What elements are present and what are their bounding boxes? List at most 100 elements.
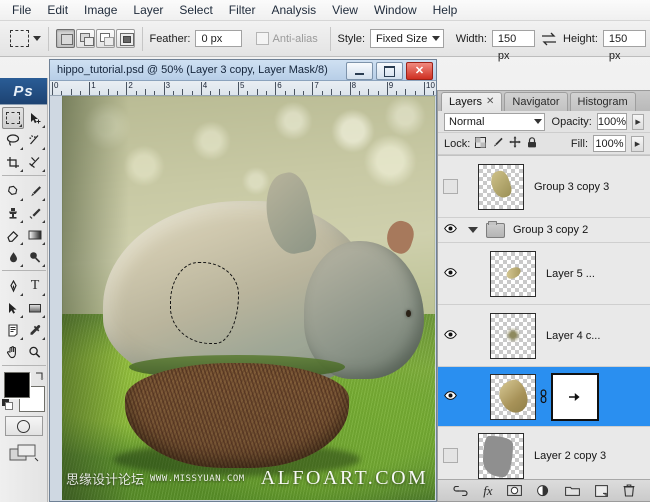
fill-slider-arrow[interactable]: ▶ xyxy=(631,136,644,152)
lasso-tool[interactable] xyxy=(2,129,24,151)
lock-image-pixels-icon[interactable] xyxy=(492,137,503,151)
layer-list[interactable]: Group 3 copy 3 Group 3 copy 2 xyxy=(438,155,650,479)
gradient-tool[interactable] xyxy=(24,224,46,246)
layer-row-layer-2-copy-3[interactable]: Layer 2 copy 3 xyxy=(438,427,650,479)
default-colors-icon[interactable] xyxy=(2,399,13,410)
anti-alias-checkbox[interactable] xyxy=(256,32,269,45)
visibility-toggle[interactable] xyxy=(438,448,462,463)
opacity-input[interactable]: 100% xyxy=(597,113,627,130)
visibility-toggle[interactable] xyxy=(438,330,462,342)
add-to-selection-button[interactable] xyxy=(76,29,95,48)
link-mask-icon[interactable] xyxy=(539,389,548,405)
layer-mask-thumbnail[interactable] xyxy=(551,373,599,421)
add-layer-mask-icon[interactable] xyxy=(507,485,522,496)
visibility-toggle[interactable] xyxy=(438,224,462,236)
menu-item-file[interactable]: File xyxy=(4,1,39,19)
tool-preset-picker[interactable] xyxy=(4,30,41,47)
lock-all-icon[interactable] xyxy=(527,137,537,151)
layer-row-group-3-copy-2[interactable]: Group 3 copy 2 xyxy=(438,218,650,243)
rectangular-marquee-tool[interactable] xyxy=(2,107,24,129)
rectangle-shape-tool[interactable] xyxy=(24,297,46,319)
maximize-button[interactable] xyxy=(376,62,403,80)
menu-item-view[interactable]: View xyxy=(324,1,366,19)
menu-item-window[interactable]: Window xyxy=(366,1,425,19)
menu-item-select[interactable]: Select xyxy=(171,1,220,19)
layer-row-layer-5[interactable]: Layer 5 ... xyxy=(438,243,650,305)
intersect-with-selection-button[interactable] xyxy=(116,29,135,48)
visibility-toggle[interactable] xyxy=(438,179,462,194)
layer-name[interactable]: Group 3 copy 3 xyxy=(534,181,609,193)
width-input[interactable]: 150 px xyxy=(492,30,535,47)
new-selection-button[interactable] xyxy=(56,29,75,48)
crop-tool[interactable] xyxy=(2,151,24,173)
menu-item-layer[interactable]: Layer xyxy=(125,1,171,19)
layer-name[interactable]: Layer 4 c... xyxy=(546,330,600,342)
chevron-down-icon[interactable] xyxy=(33,36,41,41)
blur-tool[interactable] xyxy=(2,246,24,268)
new-group-icon[interactable] xyxy=(565,485,580,496)
layer-thumbnail[interactable] xyxy=(490,313,536,359)
group-disclosure-triangle[interactable] xyxy=(468,227,478,233)
hand-tool[interactable] xyxy=(2,341,24,363)
lock-transparent-pixels-icon[interactable] xyxy=(475,137,486,151)
foreground-color-swatch[interactable] xyxy=(4,372,30,398)
layer-style-fx-icon[interactable]: fx xyxy=(483,483,492,499)
slice-tool[interactable] xyxy=(24,151,46,173)
minimize-button[interactable] xyxy=(346,62,373,80)
close-button[interactable]: ✕ xyxy=(406,62,433,80)
layer-thumbnail[interactable] xyxy=(490,251,536,297)
type-tool[interactable]: T xyxy=(24,275,46,297)
new-layer-icon[interactable] xyxy=(595,485,608,497)
eyedropper-tool[interactable] xyxy=(24,319,46,341)
horizontal-ruler[interactable]: 012345678910 xyxy=(50,81,436,96)
swap-arrows-icon[interactable] xyxy=(541,32,557,46)
quick-mask-icon[interactable] xyxy=(5,416,43,436)
move-tool[interactable] xyxy=(24,107,46,129)
feather-input[interactable]: 0 px xyxy=(195,30,241,47)
screen-mode-icon[interactable] xyxy=(8,442,40,464)
tab-navigator[interactable]: Navigator xyxy=(504,92,567,111)
layer-row-layer-4-copy[interactable]: Layer 4 c... xyxy=(438,305,650,367)
layer-thumbnail[interactable] xyxy=(478,164,524,210)
brush-tool[interactable] xyxy=(24,180,46,202)
layer-name[interactable]: Group 3 copy 2 xyxy=(513,224,588,236)
healing-brush-tool[interactable] xyxy=(2,180,24,202)
visibility-toggle[interactable] xyxy=(438,391,462,403)
eraser-tool[interactable] xyxy=(2,224,24,246)
blend-mode-select[interactable]: Normal xyxy=(444,113,545,131)
swap-colors-icon[interactable] xyxy=(34,370,45,384)
fill-input[interactable]: 100% xyxy=(593,135,626,152)
menu-item-filter[interactable]: Filter xyxy=(221,1,264,19)
selection-marquee[interactable] xyxy=(170,262,239,345)
visibility-toggle[interactable] xyxy=(438,268,462,280)
image-canvas[interactable]: 思缘设计论坛 WWW.MISSYUAN.COM ALFOART.COM xyxy=(62,96,435,500)
path-selection-tool[interactable] xyxy=(2,297,24,319)
style-select[interactable]: Fixed Size xyxy=(370,29,444,48)
history-brush-tool[interactable] xyxy=(24,202,46,224)
clone-stamp-tool[interactable] xyxy=(2,202,24,224)
lock-position-icon[interactable] xyxy=(509,136,521,151)
subtract-from-selection-button[interactable] xyxy=(96,29,115,48)
dodge-tool[interactable] xyxy=(24,246,46,268)
notes-tool[interactable] xyxy=(2,319,24,341)
zoom-tool[interactable] xyxy=(24,341,46,363)
menu-item-help[interactable]: Help xyxy=(425,1,466,19)
menu-item-image[interactable]: Image xyxy=(76,1,125,19)
tab-histogram[interactable]: Histogram xyxy=(570,92,636,111)
magic-wand-tool[interactable] xyxy=(24,129,46,151)
new-adjustment-layer-icon[interactable] xyxy=(537,485,550,497)
menu-item-analysis[interactable]: Analysis xyxy=(263,1,324,19)
delete-layer-icon[interactable] xyxy=(623,484,635,497)
document-title-bar[interactable]: hippo_tutorial.psd @ 50% (Layer 3 copy, … xyxy=(50,60,436,81)
layer-name[interactable]: Layer 2 copy 3 xyxy=(534,450,606,462)
layer-thumbnail[interactable] xyxy=(490,374,536,420)
layer-row-selected-with-mask[interactable] xyxy=(438,367,650,427)
height-input[interactable]: 150 px xyxy=(603,30,646,47)
layer-thumbnail[interactable] xyxy=(478,433,524,479)
tab-layers[interactable]: Layers ✕ xyxy=(441,92,502,111)
opacity-slider-arrow[interactable]: ▶ xyxy=(632,114,644,130)
menu-item-edit[interactable]: Edit xyxy=(39,1,76,19)
link-layers-icon[interactable] xyxy=(453,486,468,496)
layer-name[interactable]: Layer 5 ... xyxy=(546,268,595,280)
layer-row-group-3-copy-3[interactable]: Group 3 copy 3 xyxy=(438,156,650,218)
